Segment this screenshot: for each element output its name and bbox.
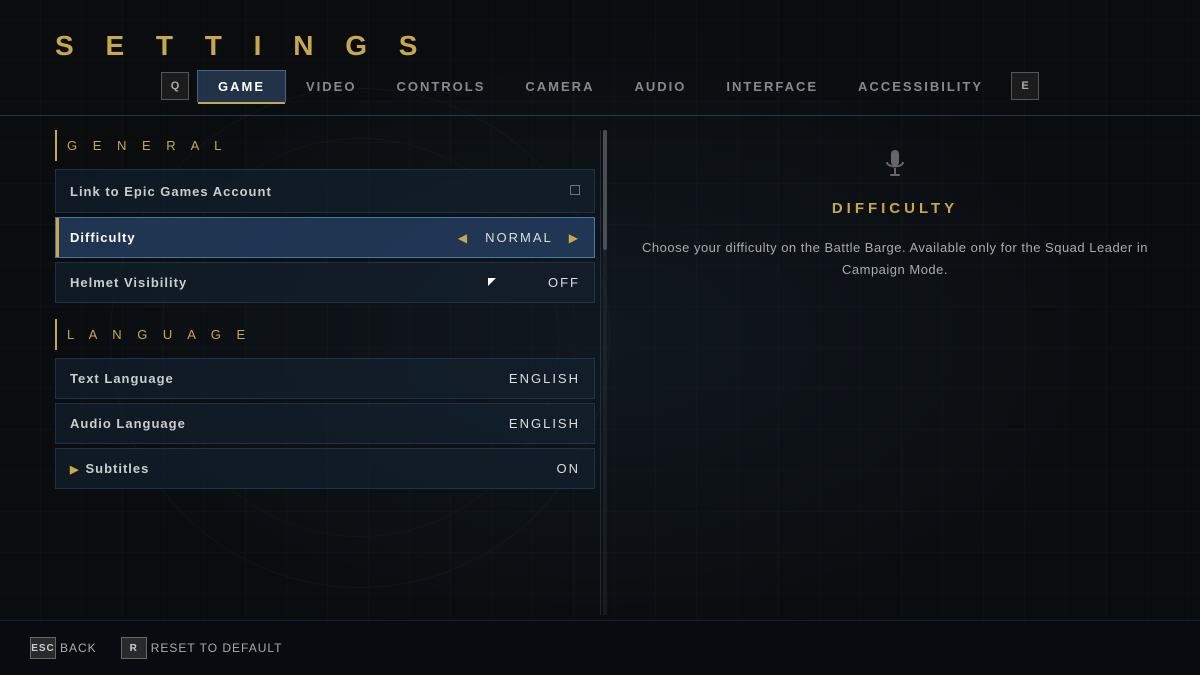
link-epic-label: Link to Epic Games Account [70,184,272,199]
subtitles-expand-arrow: ▶ [70,464,79,476]
bottom-bar: ESC Back R Reset to Default [0,620,1200,675]
r-key: R [121,637,147,659]
detail-title: DIFFICULTY [832,200,958,217]
detail-icon [883,150,907,184]
back-label: Back [60,641,97,655]
difficulty-label: Difficulty [70,230,136,245]
setting-subtitles[interactable]: ▶Subtitles ON [55,448,595,489]
helmet-visibility-value: OFF [548,275,580,290]
text-language-value: ENGLISH [509,371,580,386]
tabs-divider [0,115,1200,116]
audio-language-label: Audio Language [70,416,186,431]
tab-accessibility[interactable]: ACCESSIBILITY [838,71,1003,102]
general-header: G E N E R A L [55,130,595,161]
text-language-label: Text Language [70,371,174,386]
tabs-container: Q GAME VIDEO CONTROLS CAMERA AUDIO INTER… [0,70,1200,102]
scroll-indicator[interactable] [603,130,607,615]
setting-difficulty[interactable]: Difficulty ◀ NORMAL ▶ [55,217,595,258]
tab-video[interactable]: VIDEO [286,71,376,102]
difficulty-value: NORMAL [485,230,553,245]
back-action[interactable]: ESC Back [30,637,97,659]
setting-helmet-visibility[interactable]: Helmet Visibility OFF [55,262,595,303]
right-panel: DIFFICULTY Choose your difficulty on the… [620,130,1170,615]
reset-label: Reset to Default [151,641,283,655]
scroll-thumb [603,130,607,250]
link-icon: □ [570,182,580,200]
reset-action[interactable]: R Reset to Default [121,637,283,659]
esc-key: ESC [30,637,56,659]
audio-language-value: ENGLISH [509,416,580,431]
tab-key-e[interactable]: E [1011,72,1039,100]
tab-key-q[interactable]: Q [161,72,189,100]
helmet-visibility-label: Helmet Visibility [70,275,187,290]
setting-text-language[interactable]: Text Language ENGLISH [55,358,595,399]
tab-controls[interactable]: CONTROLS [376,71,505,102]
detail-description: Choose your difficulty on the Battle Bar… [620,237,1170,281]
difficulty-value-group: ◀ NORMAL ▶ [458,230,580,245]
setting-link-epic[interactable]: Link to Epic Games Account □ [55,169,595,213]
left-panel: G E N E R A L Link to Epic Games Account… [55,130,595,615]
tab-audio[interactable]: AUDIO [614,71,706,102]
language-section: L A N G U A G E Text Language ENGLISH Au… [55,319,595,489]
page-title: S E T T I N G S [55,30,429,62]
subtitles-value: ON [557,461,581,476]
language-header: L A N G U A G E [55,319,595,350]
vertical-divider [600,130,601,615]
difficulty-arrow-right[interactable]: ▶ [569,231,580,245]
tab-interface[interactable]: INTERFACE [706,71,838,102]
difficulty-arrow-left[interactable]: ◀ [458,231,469,245]
subtitles-label: ▶Subtitles [70,461,149,476]
setting-audio-language[interactable]: Audio Language ENGLISH [55,403,595,444]
tab-camera[interactable]: CAMERA [505,71,614,102]
tab-game[interactable]: GAME [197,70,286,102]
